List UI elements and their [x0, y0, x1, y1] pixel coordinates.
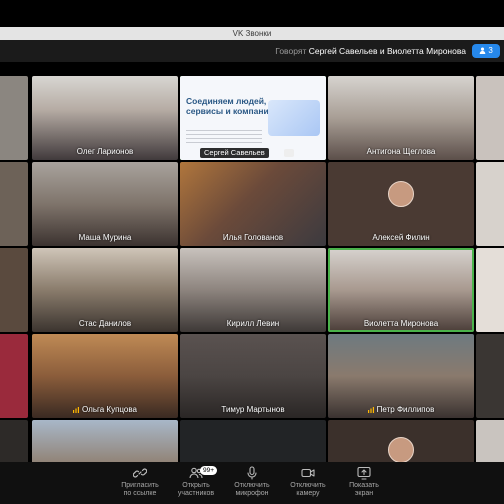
video-grid: Олег Ларионов Соединяем людей, сервисы и… [0, 74, 504, 464]
participants-badge: 99+ [200, 466, 218, 475]
speaking-indicator-icon [367, 406, 374, 413]
disable-camera-button[interactable]: Отключить камеру [278, 466, 338, 498]
video-tile[interactable]: Тимур Мартынов [180, 334, 326, 418]
invite-by-link-button[interactable]: Пригласить по ссылке [110, 466, 170, 498]
participant-name: Антигона Щеглова [366, 147, 436, 156]
partial-video-tile [476, 248, 504, 332]
participant-name: Стас Данилов [78, 319, 132, 328]
participant-name: Петр Филлипов [328, 405, 474, 414]
video-tile[interactable]: Антигона Щеглова [328, 76, 474, 160]
participant-name-text: Ольга Купцова [82, 405, 137, 414]
window-title: VK Звонки [232, 29, 272, 38]
video-tile[interactable]: Петр Филлипов [328, 334, 474, 418]
partial-video-tile [0, 334, 28, 418]
video-tile[interactable]: K [180, 420, 326, 464]
video-tile[interactable]: Алексей Филин [328, 162, 474, 246]
video-tile[interactable] [32, 420, 178, 464]
participants-label: Открыть участников [177, 482, 215, 497]
video-tile[interactable]: Стас Данилов [32, 248, 178, 332]
share-screen-button[interactable]: Показать экран [334, 466, 394, 498]
participant-avatar [388, 181, 414, 207]
link-icon [133, 468, 147, 478]
video-tile[interactable]: Ольга Купцова [32, 334, 178, 418]
screen-share-illustration [268, 100, 320, 136]
video-tile[interactable]: Кирилл Левин [180, 248, 326, 332]
partial-video-tile [0, 162, 28, 246]
video-tile[interactable]: Маша Мурина [32, 162, 178, 246]
open-participants-button[interactable]: 99+ Открыть участников [166, 466, 226, 498]
camera-icon [301, 468, 315, 478]
partial-video-tile [476, 420, 504, 464]
video-tile-active-speaker[interactable]: Виолетта Миронова [328, 248, 474, 332]
partial-video-tile [476, 76, 504, 160]
participant-name: Ольга Купцова [32, 405, 178, 414]
participant-name: Сергей Савельев [200, 148, 269, 158]
partial-video-tile [0, 420, 28, 464]
people-icon [479, 47, 486, 54]
speaking-indicator-text: Говорят Сергей Савельев и Виолетта Мирон… [275, 40, 466, 62]
partial-video-tile [476, 334, 504, 418]
mute-microphone-button[interactable]: Отключить микрофон [222, 466, 282, 498]
video-tile[interactable]: Илья Голованов [180, 162, 326, 246]
microphone-icon [247, 466, 257, 480]
participant-name: Тимур Мартынов [221, 405, 285, 414]
participants-count: 3 [488, 46, 493, 55]
partial-video-tile [0, 76, 28, 160]
screen-share-badge [284, 149, 294, 157]
participant-name-text: Петр Филлипов [376, 405, 435, 414]
participants-count-button[interactable]: 3 [472, 44, 500, 58]
share-screen-label: Показать экран [349, 482, 379, 497]
participant-name: Алексей Филин [372, 233, 430, 242]
microphone-label: Отключить микрофон [234, 482, 270, 497]
participant-name: Илья Голованов [222, 233, 284, 242]
participant-name: Виолетта Миронова [363, 319, 439, 328]
video-tile[interactable] [328, 420, 474, 464]
camera-label: Отключить камеру [290, 482, 326, 497]
speaking-prefix: Говорят [275, 46, 307, 56]
invite-label: Пригласить по ссылке [121, 482, 159, 497]
participant-name: Олег Ларионов [76, 147, 134, 156]
speaker-bar: Говорят Сергей Савельев и Виолетта Мирон… [0, 40, 504, 62]
participant-name: Маша Мурина [78, 233, 132, 242]
screen-share-tile[interactable]: Соединяем людей, сервисы и компании Серг… [180, 76, 326, 160]
partial-video-tile [476, 162, 504, 246]
participant-name: Кирилл Левин [226, 319, 280, 328]
window-title-bar: VK Звонки [0, 27, 504, 40]
video-tile[interactable]: Олег Ларионов [32, 76, 178, 160]
participant-avatar [388, 437, 414, 463]
speaking-indicator-icon [73, 406, 80, 413]
partial-video-tile [0, 248, 28, 332]
speaking-names: Сергей Савельев и Виолетта Миронова [308, 46, 466, 56]
share-screen-icon [357, 466, 371, 480]
call-toolbar: Пригласить по ссылке 99+ Открыть участни… [0, 462, 504, 504]
screen-share-text-lines [186, 130, 262, 144]
